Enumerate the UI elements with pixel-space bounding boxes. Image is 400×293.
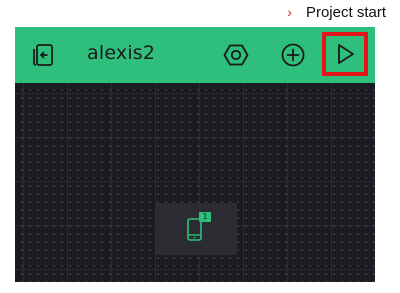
project-toolbar: alexis2 [15, 27, 375, 83]
play-icon [338, 44, 354, 64]
add-widget-button[interactable] [278, 40, 308, 70]
project-start-annotation: › Project start [287, 2, 386, 22]
back-icon [33, 44, 53, 66]
settings-button[interactable] [221, 40, 251, 70]
add-circle-icon [281, 43, 305, 67]
back-button[interactable] [27, 39, 59, 71]
annotation-label: Project start [305, 3, 386, 21]
annotation-bullet: › [287, 4, 292, 20]
device-count-badge: 1 [199, 212, 211, 222]
project-title: alexis2 [87, 42, 156, 64]
app-window: alexis2 1 [15, 27, 375, 282]
device-tile[interactable]: 1 [155, 203, 237, 255]
settings-hexagon-icon [223, 44, 249, 66]
play-button[interactable] [322, 32, 368, 76]
project-canvas[interactable]: 1 [15, 83, 375, 282]
page: › Project start alexis2 1 [0, 0, 400, 293]
